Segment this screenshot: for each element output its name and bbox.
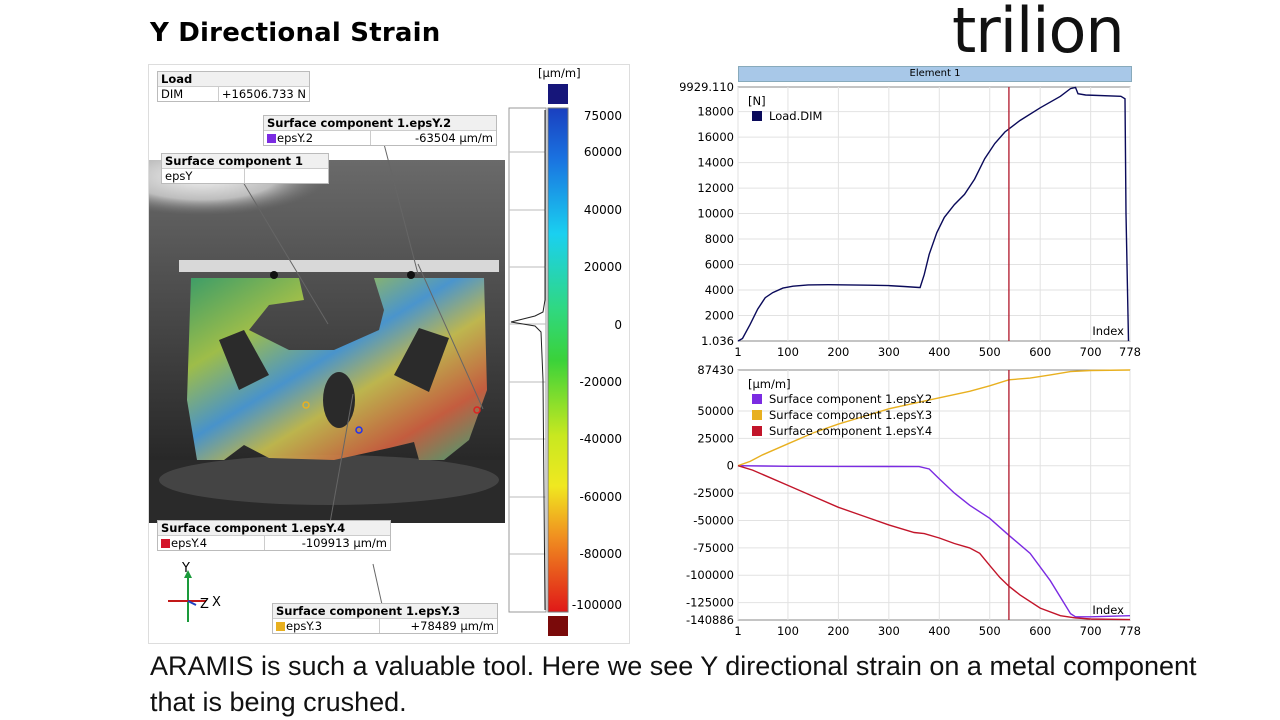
colorbar-bottom-cap bbox=[548, 616, 568, 636]
y-tick-label: 4000 bbox=[705, 283, 734, 297]
colorbar-tick: -40000 bbox=[579, 432, 622, 446]
point-box-epsy3: Surface component 1.epsY.3 epsY.3 +78489… bbox=[272, 603, 498, 634]
x-axis-label: Index bbox=[1092, 603, 1124, 617]
legend-label: Surface component 1.epsY.4 bbox=[769, 424, 932, 438]
x-tick-label: 600 bbox=[1029, 345, 1051, 359]
yellow-swatch-icon bbox=[276, 622, 285, 631]
x-tick-label: 200 bbox=[827, 624, 849, 638]
colorbar-tick: -80000 bbox=[579, 547, 622, 561]
y-tick-label: 25000 bbox=[697, 431, 734, 445]
x-tick-label: 400 bbox=[928, 624, 950, 638]
colorbar-unit: [µm/m] bbox=[538, 66, 581, 80]
unit-label: [µm/m] bbox=[748, 377, 791, 391]
legend-swatch bbox=[752, 394, 762, 404]
y-tick-label: -125000 bbox=[686, 596, 734, 610]
point-box-label: epsY.3 bbox=[286, 619, 323, 633]
colorbar-tick: 75000 bbox=[583, 109, 622, 123]
point-box-label: epsY.2 bbox=[277, 131, 314, 145]
x-tick-label: 700 bbox=[1080, 345, 1102, 359]
y-min-label: -140886 bbox=[686, 613, 734, 627]
legend-label: Surface component 1.epsY.2 bbox=[769, 392, 932, 406]
y-tick-label: 12000 bbox=[697, 181, 734, 195]
axes-triad-icon: Y Z X bbox=[168, 561, 221, 622]
x-tick-label: 300 bbox=[878, 624, 900, 638]
colorbar-tick: 0 bbox=[614, 318, 622, 332]
legend-swatch bbox=[752, 410, 762, 420]
load-info-box: Load DIM +16506.733 N bbox=[157, 71, 310, 102]
x-tick-label: 100 bbox=[777, 345, 799, 359]
point-box-value: -109913 µm/m bbox=[301, 536, 387, 550]
x-tick-label: 500 bbox=[979, 345, 1001, 359]
point-box-value: +78489 µm/m bbox=[410, 619, 494, 633]
axis-z-label: Z bbox=[200, 597, 209, 612]
x-tick-label: 1 bbox=[734, 345, 741, 359]
y-tick-label: 0 bbox=[727, 459, 734, 473]
x-tick-label: 500 bbox=[979, 624, 1001, 638]
purple-swatch-icon bbox=[267, 134, 276, 143]
unit-label: [N] bbox=[748, 94, 766, 108]
x-tick-label: 100 bbox=[777, 624, 799, 638]
surface-component-box: Surface component 1 epsY bbox=[161, 153, 329, 184]
x-tick-label: 600 bbox=[1029, 624, 1051, 638]
strain-chart: 50000 25000 0 -25000 -50000 -75000 -100000 -125… bbox=[686, 363, 1141, 638]
point-box-epsy2: Surface component 1.epsY.2 epsY.2 -63504… bbox=[263, 115, 497, 146]
axis-y-label: Y bbox=[181, 561, 190, 576]
slide-title: Y Directional Strain bbox=[150, 18, 441, 48]
surface-box-label: epsY bbox=[162, 169, 245, 183]
y-tick-label: 16000 bbox=[697, 130, 734, 144]
x-tick-label: 1 bbox=[734, 624, 741, 638]
colorbar-gradient bbox=[547, 107, 569, 613]
x-tick-label: 700 bbox=[1080, 624, 1102, 638]
y-tick-label: 50000 bbox=[697, 404, 734, 418]
point-box-value: -63504 µm/m bbox=[415, 131, 493, 145]
load-box-value: +16506.733 N bbox=[221, 87, 306, 101]
y-tick-label: -50000 bbox=[693, 513, 734, 527]
colorbar-tick: -100000 bbox=[571, 598, 622, 612]
y-tick-label: 10000 bbox=[697, 207, 734, 221]
point-box-title: Surface component 1.epsY.3 bbox=[273, 604, 497, 619]
point-box-title: Surface component 1.epsY.4 bbox=[158, 521, 390, 536]
y-tick-label: 8000 bbox=[705, 232, 734, 246]
y-tick-label: -75000 bbox=[693, 541, 734, 555]
load-box-label: DIM bbox=[158, 87, 219, 101]
colorbar-tick: 60000 bbox=[583, 145, 622, 159]
surface-box-title: Surface component 1 bbox=[162, 154, 328, 169]
colorbar-tick: -60000 bbox=[579, 490, 622, 504]
point-box-epsy4: Surface component 1.epsY.4 epsY.4 -10991… bbox=[157, 520, 391, 551]
colorbar-top-cap bbox=[548, 84, 568, 104]
x-tick-label: 778 bbox=[1119, 345, 1141, 359]
y-tick-label: -100000 bbox=[686, 568, 734, 582]
legend-label: Surface component 1.epsY.3 bbox=[769, 408, 932, 422]
y-tick-label: -25000 bbox=[693, 486, 734, 500]
y-min-label: 1.036 bbox=[701, 334, 734, 348]
legend-label: Load.DIM bbox=[769, 109, 822, 123]
histogram-box bbox=[508, 107, 547, 613]
x-axis-label: Index bbox=[1092, 324, 1124, 338]
x-tick-label: 200 bbox=[827, 345, 849, 359]
legend-swatch bbox=[752, 426, 762, 436]
point-box-label: epsY.4 bbox=[171, 536, 208, 550]
load-chart: 1800016000140001200010000800060004000200… bbox=[680, 80, 1141, 359]
x-tick-label: 400 bbox=[928, 345, 950, 359]
legend-swatch bbox=[752, 111, 762, 121]
point-box-title: Surface component 1.epsY.2 bbox=[264, 116, 496, 131]
y-tick-label: 18000 bbox=[697, 105, 734, 119]
y-tick-label: 14000 bbox=[697, 156, 734, 170]
colorbar-tick: -20000 bbox=[579, 375, 622, 389]
y-max-label: 19929.110 bbox=[680, 80, 734, 94]
red-swatch-icon bbox=[161, 539, 170, 548]
y-tick-label: 6000 bbox=[705, 258, 734, 272]
colorbar-tick: 20000 bbox=[583, 260, 622, 274]
axis-x-label: X bbox=[212, 595, 221, 610]
slide-caption: ARAMIS is such a valuable tool. Here we … bbox=[150, 651, 1197, 717]
load-box-title: Load bbox=[158, 72, 309, 87]
x-tick-label: 778 bbox=[1119, 624, 1141, 638]
y-tick-label: 2000 bbox=[705, 309, 734, 323]
trilion-logo: trilion bbox=[952, 0, 1125, 67]
colorbar-tick: 40000 bbox=[583, 203, 622, 217]
x-tick-label: 300 bbox=[878, 345, 900, 359]
y-max-label: 87430 bbox=[697, 363, 734, 377]
